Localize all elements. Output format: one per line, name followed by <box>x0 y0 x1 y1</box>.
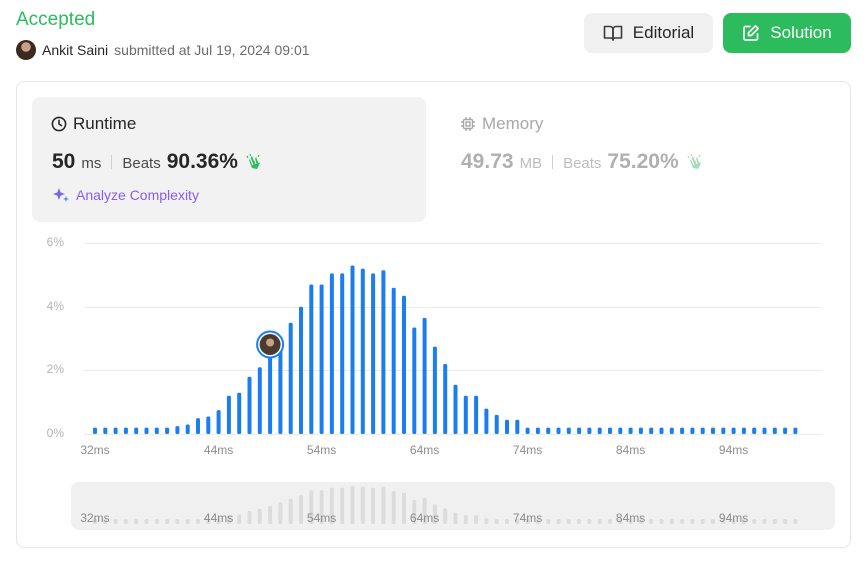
overview-tick-label: 44ms <box>203 511 234 525</box>
x-tick-label: 94ms <box>718 443 749 457</box>
analyze-complexity-link[interactable]: Analyze Complexity <box>52 186 199 204</box>
memory-unit: MB <box>519 155 543 172</box>
x-tick-label: 84ms <box>615 443 646 457</box>
runtime-value: 50 <box>52 150 76 173</box>
editorial-label: Editorial <box>632 23 695 42</box>
x-tick-label: 32ms <box>80 443 110 457</box>
overview-tick-label: 94ms <box>718 511 749 525</box>
memory-title: Memory <box>482 114 544 133</box>
overview-tick-label: 32ms <box>80 511 110 525</box>
book-icon <box>603 24 623 42</box>
runtime-unit: ms <box>81 155 102 172</box>
runtime-title: Runtime <box>73 114 137 133</box>
clap-icon <box>685 153 705 171</box>
analyze-complexity-label: Analyze Complexity <box>76 187 199 203</box>
grid-line <box>84 307 822 308</box>
grid-line <box>84 370 822 371</box>
x-tick-label: 54ms <box>306 443 337 457</box>
overview-tick-label: 84ms <box>615 511 646 525</box>
runtime-beats-value: 90.36% <box>166 150 238 173</box>
memory-beats-label: Beats <box>563 155 602 172</box>
chip-icon <box>460 116 476 132</box>
user-name[interactable]: Ankit Saini <box>42 42 108 58</box>
submission-info: Ankit Saini submitted at Jul 19, 2024 09… <box>16 40 310 60</box>
edit-icon <box>742 24 760 42</box>
memory-header: Memory <box>460 114 543 134</box>
runtime-beats-label: Beats <box>122 155 161 172</box>
runtime-header: Runtime <box>51 114 136 134</box>
x-tick-label: 74ms <box>512 443 543 457</box>
solution-button[interactable]: Solution <box>723 13 851 53</box>
grid-line <box>84 434 822 435</box>
divider <box>552 155 554 169</box>
submitted-at: submitted at Jul 19, 2024 09:01 <box>114 42 310 58</box>
x-tick-label: 44ms <box>203 443 234 457</box>
y-tick-label: 6% <box>46 235 64 249</box>
status-title: Accepted <box>16 9 96 30</box>
memory-metric: 49.73 MB Beats 75.20% <box>461 150 705 174</box>
editorial-button[interactable]: Editorial <box>584 13 713 53</box>
overview-tick-label: 64ms <box>409 511 440 525</box>
y-tick-label: 2% <box>46 362 64 376</box>
y-tick-label: 4% <box>46 299 64 313</box>
divider <box>111 155 113 169</box>
grid-line <box>84 243 822 244</box>
overview-tick-label: 54ms <box>306 511 337 525</box>
runtime-metric: 50 ms Beats 90.36% <box>52 150 264 174</box>
y-tick-label: 0% <box>46 426 64 440</box>
avatar[interactable] <box>16 40 36 60</box>
clock-icon <box>51 116 67 132</box>
x-tick-label: 64ms <box>409 443 440 457</box>
solution-label: Solution <box>770 23 832 42</box>
memory-beats-value: 75.20% <box>607 150 679 173</box>
sparkle-icon <box>52 186 70 204</box>
memory-value: 49.73 <box>461 150 514 173</box>
overview-tick-label: 74ms <box>512 511 543 525</box>
clap-icon <box>244 153 264 171</box>
